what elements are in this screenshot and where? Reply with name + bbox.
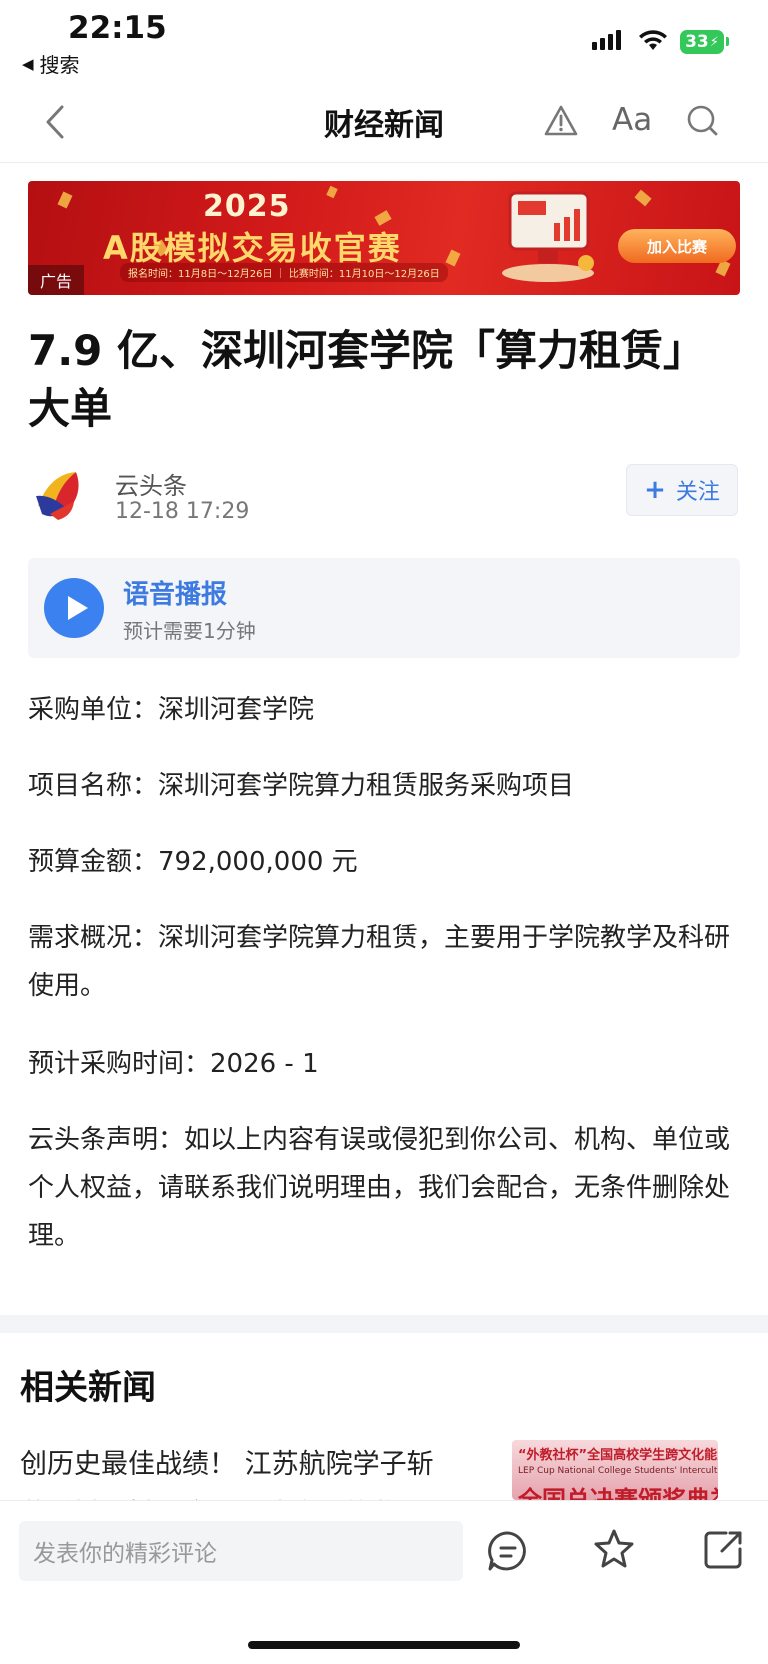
ad-chart-monitor-icon xyxy=(502,191,594,282)
back-triangle-icon: ◀ xyxy=(22,54,34,73)
comments-icon[interactable] xyxy=(486,1529,530,1573)
author-avatar[interactable] xyxy=(30,466,86,522)
ad-badge: 广告 xyxy=(28,265,84,295)
article-paragraph: 项目名称：深圳河套学院算力租赁服务采购项目 xyxy=(28,771,575,801)
follow-button[interactable]: + 关注 xyxy=(626,464,738,516)
battery-indicator: 33 ⚡ xyxy=(680,30,724,54)
ad-dates: 报名时间：11月8日～12月26日 ｜ 比赛时间：11月10日～12月26日 xyxy=(120,263,448,282)
article-paragraph: 云头条声明：如以上内容有误或侵犯到你公司、机构、单位或个人权益，请联系我们说明理… xyxy=(28,1125,731,1251)
nav-divider xyxy=(0,162,768,163)
home-indicator xyxy=(248,1641,520,1649)
related-news-title: 相关新闻 xyxy=(20,1368,156,1408)
article-paragraph: 预计采购时间：2026 - 1 xyxy=(28,1049,319,1079)
related-news-item[interactable]: 创历史最佳战绩！ 江苏航院学子斩获“外教社杯”全国总决赛三等奖 xyxy=(20,1440,480,1500)
play-icon[interactable] xyxy=(44,578,104,638)
follow-label: 关注 xyxy=(675,480,720,505)
article-paragraph: 预算金额：792,000,000 元 xyxy=(28,847,358,877)
wifi-icon xyxy=(639,30,667,50)
publish-time: 12-18 17:29 xyxy=(115,499,250,524)
audio-title: 语音播报 xyxy=(123,580,228,610)
font-size-button[interactable]: Aa xyxy=(612,102,652,138)
audio-duration: 预计需要1分钟 xyxy=(123,619,256,643)
battery-tip xyxy=(726,37,729,46)
page-title: 财经新闻 xyxy=(324,108,444,143)
back-to-app-label: 搜索 xyxy=(39,53,80,77)
thumbnail-subcaption: LEP Cup National College Students' Inter… xyxy=(518,1466,718,1476)
back-to-app-button[interactable]: ◀ 搜索 xyxy=(22,49,80,78)
status-time: 22:15 xyxy=(68,10,167,46)
section-separator xyxy=(0,1315,768,1333)
battery-level: 33 xyxy=(685,32,709,52)
ad-join-button[interactable]: 加入比赛 xyxy=(618,229,736,263)
cellular-signal-icon xyxy=(592,30,621,50)
report-warning-icon[interactable] xyxy=(543,104,579,138)
favorite-star-icon[interactable] xyxy=(592,1527,636,1571)
article-paragraph: 采购单位：深圳河套学院 xyxy=(28,695,315,725)
audio-playback-card[interactable]: 语音播报 预计需要1分钟 xyxy=(28,558,740,658)
ad-year: 2025 xyxy=(203,189,291,224)
article-paragraph: 需求概况：深圳河套学院算力租赁，主要用于学院教学及科研使用。 xyxy=(28,923,731,1001)
search-icon[interactable] xyxy=(686,104,720,138)
author-name[interactable]: 云头条 xyxy=(115,466,187,501)
comment-input[interactable]: 发表你的精彩评论 xyxy=(19,1521,463,1581)
ad-banner[interactable]: 2025 A股模拟交易收官赛 报名时间：11月8日～12月26日 ｜ 比赛时间：… xyxy=(28,181,740,295)
article-headline: 7.9 亿、深圳河套学院「算力租赁」大单 xyxy=(28,326,706,433)
charging-icon: ⚡ xyxy=(709,34,719,50)
related-news-thumbnail[interactable]: “外教社杯”全国高校学生跨文化能力大 LEP Cup National Coll… xyxy=(512,1440,718,1500)
thumbnail-headline: 全国总决赛颁奖典礼 xyxy=(518,1486,718,1500)
plus-icon: + xyxy=(644,475,666,505)
share-icon[interactable] xyxy=(702,1527,746,1571)
thumbnail-caption: “外教社杯”全国高校学生跨文化能力大 xyxy=(518,1448,718,1463)
